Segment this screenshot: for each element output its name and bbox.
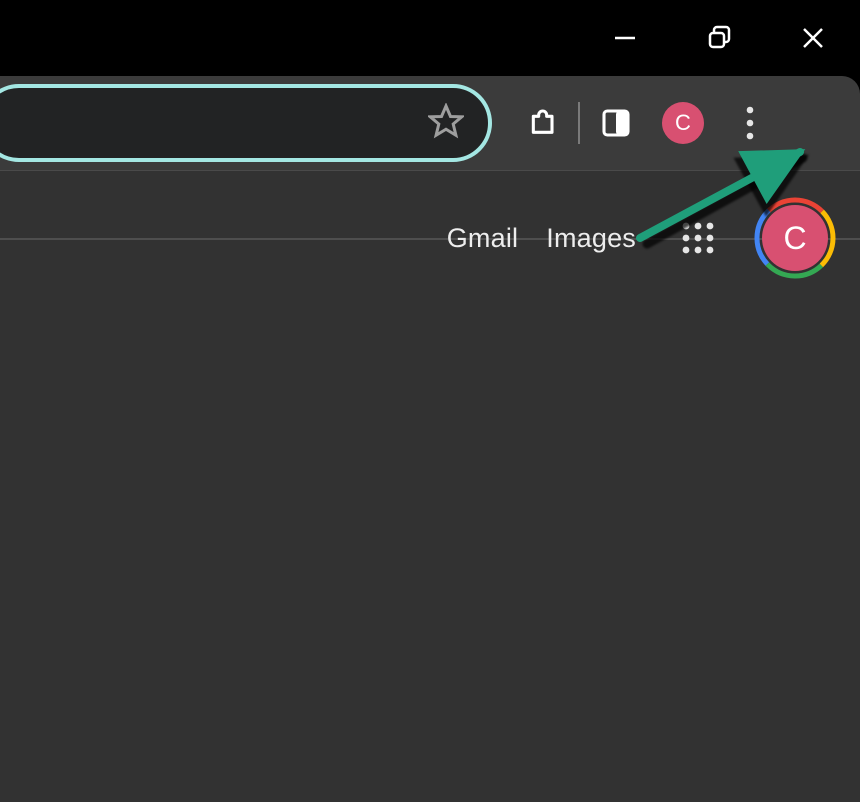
maximize-icon — [706, 25, 732, 51]
page-content: Gmail Images C — [0, 170, 860, 802]
profile-initial: C — [675, 110, 691, 136]
maximize-button[interactable] — [672, 0, 766, 76]
google-account-button[interactable]: C — [754, 197, 836, 279]
minimize-icon — [612, 25, 638, 51]
address-bar[interactable] — [0, 84, 492, 162]
sidepanel-button[interactable] — [592, 99, 640, 147]
profile-avatar[interactable]: C — [662, 102, 704, 144]
browser-toolbar: C — [0, 76, 860, 170]
gmail-link[interactable]: Gmail — [447, 223, 519, 254]
google-account-avatar: C — [762, 205, 828, 271]
google-apps-button[interactable] — [676, 216, 720, 260]
close-button[interactable] — [766, 0, 860, 76]
puzzle-icon — [528, 107, 560, 139]
account-initial: C — [783, 220, 806, 257]
page-header: Gmail Images C — [0, 171, 860, 305]
bookmark-star-icon[interactable] — [428, 103, 464, 144]
minimize-button[interactable] — [578, 0, 672, 76]
more-vert-icon — [746, 106, 754, 140]
apps-grid-icon — [680, 220, 716, 256]
menu-button[interactable] — [726, 99, 774, 147]
extensions-button[interactable] — [520, 99, 568, 147]
window-titlebar — [0, 0, 860, 76]
images-link[interactable]: Images — [546, 223, 636, 254]
close-icon — [800, 25, 826, 51]
toolbar-separator — [578, 102, 580, 144]
toolbar-right: C — [520, 99, 788, 147]
sidepanel-icon — [600, 107, 632, 139]
